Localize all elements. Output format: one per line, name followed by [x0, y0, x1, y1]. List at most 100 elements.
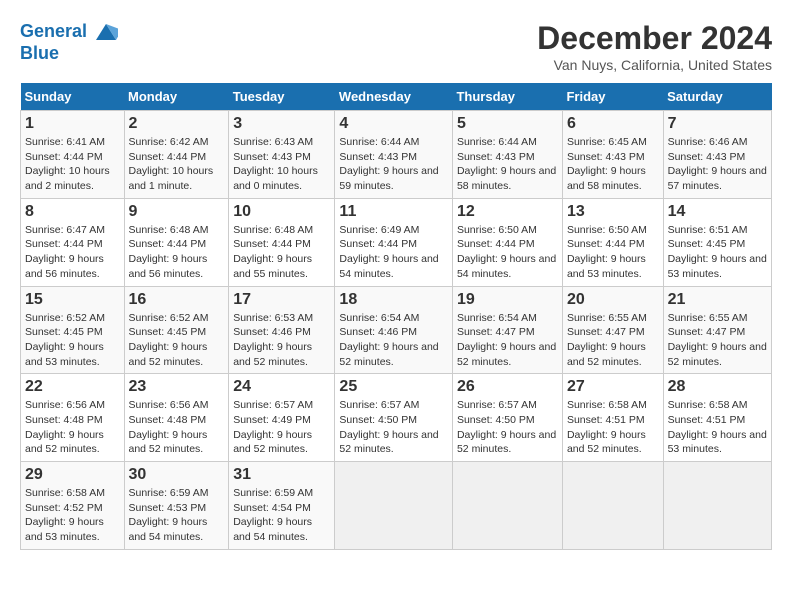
daylight: Daylight: 9 hours and 52 minutes. [339, 340, 448, 369]
daylight: Daylight: 9 hours and 56 minutes. [25, 252, 120, 281]
sunset: Sunset: 4:43 PM [457, 150, 558, 165]
day-number: 11 [339, 203, 448, 221]
main-title: December 2024 [537, 20, 772, 57]
day-info: Sunrise: 6:48 AM Sunset: 4:44 PM Dayligh… [233, 223, 330, 282]
calendar-cell [663, 462, 771, 550]
daylight: Daylight: 9 hours and 52 minutes. [457, 340, 558, 369]
sunrise: Sunrise: 6:57 AM [233, 398, 330, 413]
sunset: Sunset: 4:45 PM [129, 325, 225, 340]
day-info: Sunrise: 6:59 AM Sunset: 4:53 PM Dayligh… [129, 486, 225, 545]
day-number: 27 [567, 378, 659, 396]
day-info: Sunrise: 6:50 AM Sunset: 4:44 PM Dayligh… [457, 223, 558, 282]
calendar-cell: 6 Sunrise: 6:45 AM Sunset: 4:43 PM Dayli… [562, 111, 663, 199]
daylight: Daylight: 9 hours and 53 minutes. [567, 252, 659, 281]
sunset: Sunset: 4:44 PM [233, 237, 330, 252]
day-info: Sunrise: 6:44 AM Sunset: 4:43 PM Dayligh… [339, 135, 448, 194]
sunrise: Sunrise: 6:52 AM [129, 311, 225, 326]
day-number: 9 [129, 203, 225, 221]
day-number: 21 [668, 291, 767, 309]
daylight: Daylight: 9 hours and 58 minutes. [567, 164, 659, 193]
daylight: Daylight: 9 hours and 52 minutes. [129, 340, 225, 369]
sunset: Sunset: 4:44 PM [129, 237, 225, 252]
calendar-cell: 14 Sunrise: 6:51 AM Sunset: 4:45 PM Dayl… [663, 198, 771, 286]
calendar-cell: 9 Sunrise: 6:48 AM Sunset: 4:44 PM Dayli… [124, 198, 229, 286]
daylight: Daylight: 10 hours and 2 minutes. [25, 164, 120, 193]
day-number: 13 [567, 203, 659, 221]
day-number: 4 [339, 115, 448, 133]
sunrise: Sunrise: 6:53 AM [233, 311, 330, 326]
day-info: Sunrise: 6:41 AM Sunset: 4:44 PM Dayligh… [25, 135, 120, 194]
calendar-cell: 28 Sunrise: 6:58 AM Sunset: 4:51 PM Dayl… [663, 374, 771, 462]
day-number: 6 [567, 115, 659, 133]
calendar-cell: 8 Sunrise: 6:47 AM Sunset: 4:44 PM Dayli… [21, 198, 125, 286]
daylight: Daylight: 9 hours and 54 minutes. [233, 515, 330, 544]
day-info: Sunrise: 6:50 AM Sunset: 4:44 PM Dayligh… [567, 223, 659, 282]
calendar-cell: 11 Sunrise: 6:49 AM Sunset: 4:44 PM Dayl… [335, 198, 453, 286]
sunrise: Sunrise: 6:49 AM [339, 223, 448, 238]
sunset: Sunset: 4:44 PM [567, 237, 659, 252]
day-info: Sunrise: 6:44 AM Sunset: 4:43 PM Dayligh… [457, 135, 558, 194]
calendar-cell: 23 Sunrise: 6:56 AM Sunset: 4:48 PM Dayl… [124, 374, 229, 462]
day-number: 5 [457, 115, 558, 133]
day-number: 24 [233, 378, 330, 396]
sunset: Sunset: 4:50 PM [457, 413, 558, 428]
sunrise: Sunrise: 6:41 AM [25, 135, 120, 150]
sunrise: Sunrise: 6:45 AM [567, 135, 659, 150]
sunset: Sunset: 4:46 PM [233, 325, 330, 340]
sunset: Sunset: 4:43 PM [339, 150, 448, 165]
weekday-header: Tuesday [229, 83, 335, 111]
sunset: Sunset: 4:48 PM [25, 413, 120, 428]
daylight: Daylight: 9 hours and 59 minutes. [339, 164, 448, 193]
sunrise: Sunrise: 6:55 AM [668, 311, 767, 326]
weekday-header: Sunday [21, 83, 125, 111]
daylight: Daylight: 9 hours and 52 minutes. [567, 428, 659, 457]
daylight: Daylight: 9 hours and 53 minutes. [668, 252, 767, 281]
sunset: Sunset: 4:52 PM [25, 501, 120, 516]
calendar-cell: 30 Sunrise: 6:59 AM Sunset: 4:53 PM Dayl… [124, 462, 229, 550]
sunrise: Sunrise: 6:46 AM [668, 135, 767, 150]
day-info: Sunrise: 6:57 AM Sunset: 4:50 PM Dayligh… [457, 398, 558, 457]
calendar-week-row: 29 Sunrise: 6:58 AM Sunset: 4:52 PM Dayl… [21, 462, 772, 550]
day-number: 8 [25, 203, 120, 221]
calendar-cell: 22 Sunrise: 6:56 AM Sunset: 4:48 PM Dayl… [21, 374, 125, 462]
daylight: Daylight: 9 hours and 54 minutes. [457, 252, 558, 281]
day-number: 3 [233, 115, 330, 133]
day-number: 10 [233, 203, 330, 221]
sunrise: Sunrise: 6:44 AM [339, 135, 448, 150]
sunset: Sunset: 4:44 PM [129, 150, 225, 165]
sunrise: Sunrise: 6:42 AM [129, 135, 225, 150]
calendar-week-row: 22 Sunrise: 6:56 AM Sunset: 4:48 PM Dayl… [21, 374, 772, 462]
day-number: 26 [457, 378, 558, 396]
sunset: Sunset: 4:48 PM [129, 413, 225, 428]
day-info: Sunrise: 6:51 AM Sunset: 4:45 PM Dayligh… [668, 223, 767, 282]
day-number: 17 [233, 291, 330, 309]
sunrise: Sunrise: 6:52 AM [25, 311, 120, 326]
sunset: Sunset: 4:44 PM [25, 150, 120, 165]
sunrise: Sunrise: 6:51 AM [668, 223, 767, 238]
day-number: 12 [457, 203, 558, 221]
calendar-cell: 31 Sunrise: 6:59 AM Sunset: 4:54 PM Dayl… [229, 462, 335, 550]
sunrise: Sunrise: 6:57 AM [339, 398, 448, 413]
sunset: Sunset: 4:44 PM [457, 237, 558, 252]
logo: General Blue [20, 20, 118, 64]
daylight: Daylight: 9 hours and 57 minutes. [668, 164, 767, 193]
sunset: Sunset: 4:47 PM [567, 325, 659, 340]
calendar-cell: 29 Sunrise: 6:58 AM Sunset: 4:52 PM Dayl… [21, 462, 125, 550]
subtitle: Van Nuys, California, United States [537, 57, 772, 73]
sunrise: Sunrise: 6:50 AM [567, 223, 659, 238]
calendar-week-row: 15 Sunrise: 6:52 AM Sunset: 4:45 PM Dayl… [21, 286, 772, 374]
day-number: 7 [668, 115, 767, 133]
daylight: Daylight: 9 hours and 53 minutes. [25, 515, 120, 544]
day-info: Sunrise: 6:59 AM Sunset: 4:54 PM Dayligh… [233, 486, 330, 545]
sunrise: Sunrise: 6:48 AM [233, 223, 330, 238]
calendar-cell: 2 Sunrise: 6:42 AM Sunset: 4:44 PM Dayli… [124, 111, 229, 199]
sunrise: Sunrise: 6:58 AM [668, 398, 767, 413]
daylight: Daylight: 9 hours and 52 minutes. [233, 340, 330, 369]
daylight: Daylight: 9 hours and 52 minutes. [567, 340, 659, 369]
day-info: Sunrise: 6:54 AM Sunset: 4:46 PM Dayligh… [339, 311, 448, 370]
weekday-header: Monday [124, 83, 229, 111]
header-row: SundayMondayTuesdayWednesdayThursdayFrid… [21, 83, 772, 111]
day-number: 23 [129, 378, 225, 396]
calendar-cell: 15 Sunrise: 6:52 AM Sunset: 4:45 PM Dayl… [21, 286, 125, 374]
daylight: Daylight: 9 hours and 52 minutes. [25, 428, 120, 457]
